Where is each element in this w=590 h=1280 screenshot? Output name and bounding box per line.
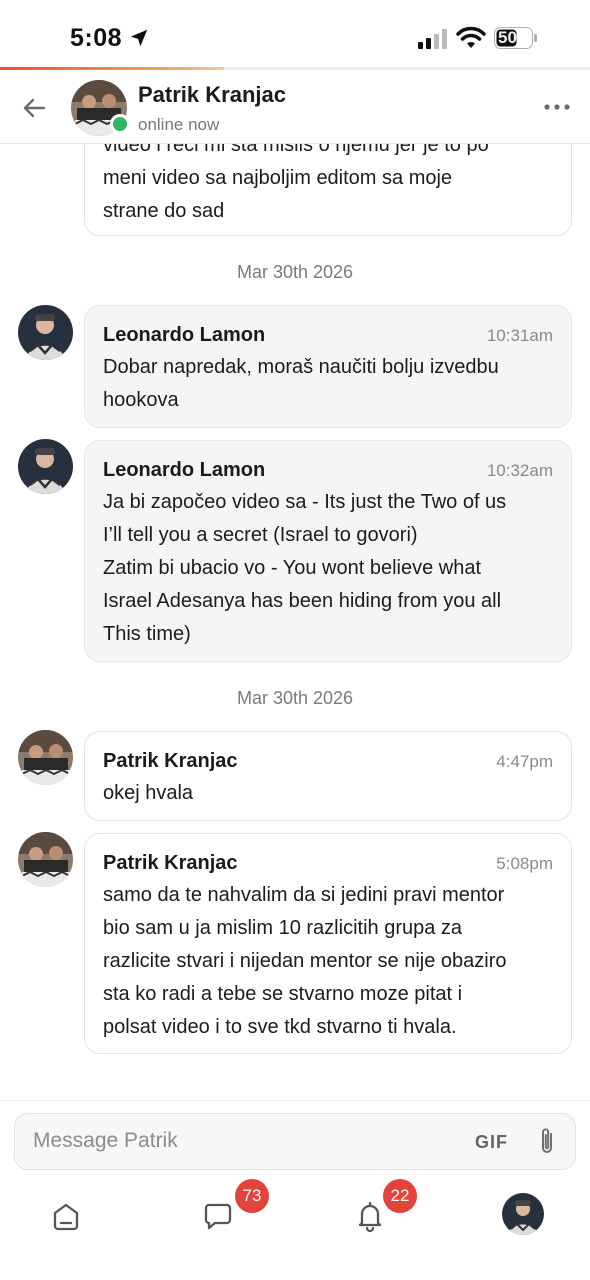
sender-avatar[interactable] xyxy=(18,305,73,360)
message-text: Dobar napredak, moraš naučiti bolju izve… xyxy=(103,356,499,411)
messages-badge: 73 xyxy=(235,1179,269,1213)
message-text: samo da te nahvalim da si jedini pravi m… xyxy=(103,884,507,1038)
date-separator: Mar 30th 2026 xyxy=(236,262,354,282)
attachment-icon[interactable] xyxy=(536,1126,558,1158)
status-time: 5:08 xyxy=(70,24,123,52)
contact-status: online now xyxy=(138,115,220,134)
date-separator: Mar 30th 2026 xyxy=(236,688,354,708)
message-bubble: Leonardo Lamon 10:32am Ja bi započeo vid… xyxy=(84,440,572,662)
profile-avatar[interactable] xyxy=(502,1193,544,1235)
sender-name[interactable]: Leonardo Lamon xyxy=(103,324,265,347)
sender-name[interactable]: Leonardo Lamon xyxy=(103,459,265,482)
back-arrow-icon[interactable] xyxy=(20,94,48,122)
message-time: 5:08pm xyxy=(496,854,553,873)
sender-name[interactable]: Patrik Kranjac xyxy=(103,750,238,773)
home-icon[interactable] xyxy=(46,1196,86,1236)
contact-name[interactable]: Patrik Kranjac xyxy=(138,82,286,108)
chat-bubble-icon[interactable] xyxy=(198,1196,238,1236)
bottom-area: GIF 73 22 xyxy=(0,1100,590,1280)
sender-avatar[interactable] xyxy=(18,439,73,494)
battery-icon: 50 xyxy=(494,27,538,49)
more-options-icon[interactable] xyxy=(544,100,570,114)
message-time: 10:32am xyxy=(486,461,553,480)
conversation-header: Patrik Kranjac online now xyxy=(0,70,590,144)
message-text: okej hvala xyxy=(103,782,194,804)
message-input[interactable] xyxy=(33,1114,463,1168)
message-bubble: Patrik Kranjac 5:08pm samo da te nahvali… xyxy=(84,833,572,1054)
status-bar: 5:08 50 xyxy=(0,0,590,68)
message-composer: GIF xyxy=(14,1113,576,1170)
battery-level: 50 xyxy=(498,28,517,47)
sender-avatar[interactable] xyxy=(18,730,73,785)
cellular-signal-icon xyxy=(418,29,447,49)
message-text: video i reci mi sta mislis o njemu jer j… xyxy=(103,144,489,222)
message-time: 4:47pm xyxy=(496,752,553,771)
wifi-icon xyxy=(456,26,486,48)
message-text: Ja bi započeo video sa - Its just the Tw… xyxy=(103,491,507,645)
message-time: 10:31am xyxy=(486,326,553,345)
message-bubble: Patrik Kranjac 4:47pm okej hvala xyxy=(84,731,572,821)
gif-button[interactable]: GIF xyxy=(475,1132,508,1153)
sender-name[interactable]: Patrik Kranjac xyxy=(103,852,238,875)
message-list[interactable]: video i reci mi sta mislis o njemu jer j… xyxy=(0,144,590,1100)
sender-avatar[interactable] xyxy=(18,832,73,887)
notifications-badge: 22 xyxy=(383,1179,417,1213)
location-arrow-icon xyxy=(130,29,148,47)
message-bubble: video i reci mi sta mislis o njemu jer j… xyxy=(84,144,572,236)
message-bubble: Leonardo Lamon 10:31am Dobar napredak, m… xyxy=(84,305,572,428)
online-indicator xyxy=(110,114,130,134)
